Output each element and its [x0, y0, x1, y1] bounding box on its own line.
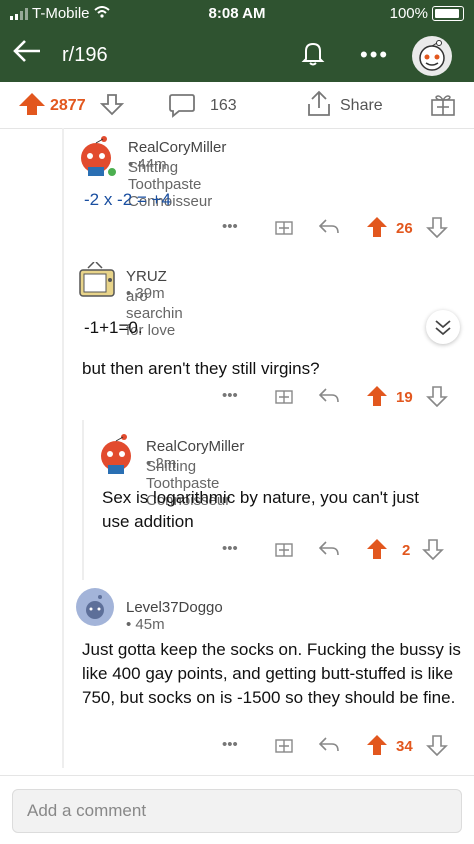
comment-composer: Add a comment: [0, 775, 474, 844]
upvote-icon[interactable]: [366, 385, 388, 411]
thread-line-nested: [82, 420, 84, 580]
award-icon[interactable]: [274, 385, 294, 409]
comment-author[interactable]: YRUZ: [126, 268, 167, 285]
downvote-icon[interactable]: [426, 216, 448, 242]
reply-icon[interactable]: [318, 385, 340, 409]
bell-icon[interactable]: [298, 38, 328, 73]
award-icon[interactable]: [274, 216, 294, 240]
share-label[interactable]: Share: [340, 97, 383, 115]
comment-author[interactable]: Level37Doggo: [126, 599, 223, 616]
comment-body: -2 x -2 = +4: [84, 190, 171, 209]
upvote-icon[interactable]: [366, 538, 388, 564]
more-options-icon[interactable]: •••: [222, 218, 238, 235]
comment-age: 45m: [135, 616, 165, 633]
more-options-icon[interactable]: •••: [222, 540, 238, 557]
downvote-icon[interactable]: [426, 734, 448, 760]
upvote-icon[interactable]: [366, 216, 388, 242]
comment-header: Level37Doggo • 45m: [126, 599, 223, 633]
tv-avatar[interactable]: [76, 261, 120, 307]
comment-score: 2: [402, 542, 411, 559]
comment-bubble-icon[interactable]: [168, 92, 196, 123]
more-options-icon[interactable]: •••: [222, 387, 238, 404]
more-options-icon[interactable]: •••: [222, 736, 238, 753]
downvote-icon[interactable]: [426, 385, 448, 411]
subreddit-name[interactable]: r/196: [62, 44, 108, 67]
downvote-icon[interactable]: [99, 92, 125, 121]
comment-body-line: -1+1=0.: [84, 318, 143, 337]
award-icon[interactable]: [274, 538, 294, 562]
thread-line: [62, 128, 64, 768]
default-avatar[interactable]: [76, 588, 114, 631]
upvote-icon[interactable]: [366, 734, 388, 760]
comment-score: 34: [396, 738, 413, 755]
share-icon[interactable]: [306, 90, 332, 123]
back-icon[interactable]: [12, 38, 42, 70]
downvote-icon[interactable]: [422, 538, 444, 564]
upvote-icon[interactable]: [18, 92, 46, 121]
add-comment-placeholder: Add a comment: [27, 801, 147, 820]
comment-body-line: but then aren't they still virgins?: [82, 359, 320, 378]
reply-icon[interactable]: [318, 216, 340, 240]
collapse-thread-button[interactable]: [426, 310, 460, 344]
battery-percent: 100%: [389, 5, 428, 22]
status-bar: T-Mobile 8:08 AM 100%: [0, 0, 474, 26]
post-action-bar: 2877 163 Share: [0, 82, 474, 129]
comment-count: 163: [210, 97, 237, 114]
user-avatar[interactable]: [412, 36, 452, 76]
comment-body: Sex is logarithmic by nature, you can't …: [102, 488, 419, 531]
top-nav: r/196 •••: [0, 26, 474, 82]
comment-score: 19: [396, 389, 413, 406]
award-icon[interactable]: [274, 734, 294, 758]
comment-actions: ••• 2: [222, 538, 462, 564]
post-score: 2877: [50, 97, 86, 114]
more-options-icon[interactable]: •••: [360, 42, 389, 68]
comment-actions: ••• 26: [222, 216, 462, 242]
comment-author[interactable]: RealCoryMiller: [146, 438, 244, 455]
comment-author[interactable]: RealCoryMiller: [128, 139, 226, 156]
battery-icon: [432, 6, 464, 21]
snoo-avatar[interactable]: [76, 134, 118, 183]
battery-info: 100%: [390, 5, 464, 22]
award-icon[interactable]: [430, 93, 456, 122]
comment-score: 26: [396, 220, 413, 237]
add-comment-input[interactable]: Add a comment: [12, 789, 462, 833]
comment-body: Just gotta keep the socks on. Fucking th…: [82, 640, 461, 707]
comment-actions: ••• 34: [222, 734, 462, 760]
reply-icon[interactable]: [318, 538, 340, 562]
snoo-avatar[interactable]: [96, 432, 138, 481]
reply-icon[interactable]: [318, 734, 340, 758]
comment-actions: ••• 19: [222, 385, 462, 411]
